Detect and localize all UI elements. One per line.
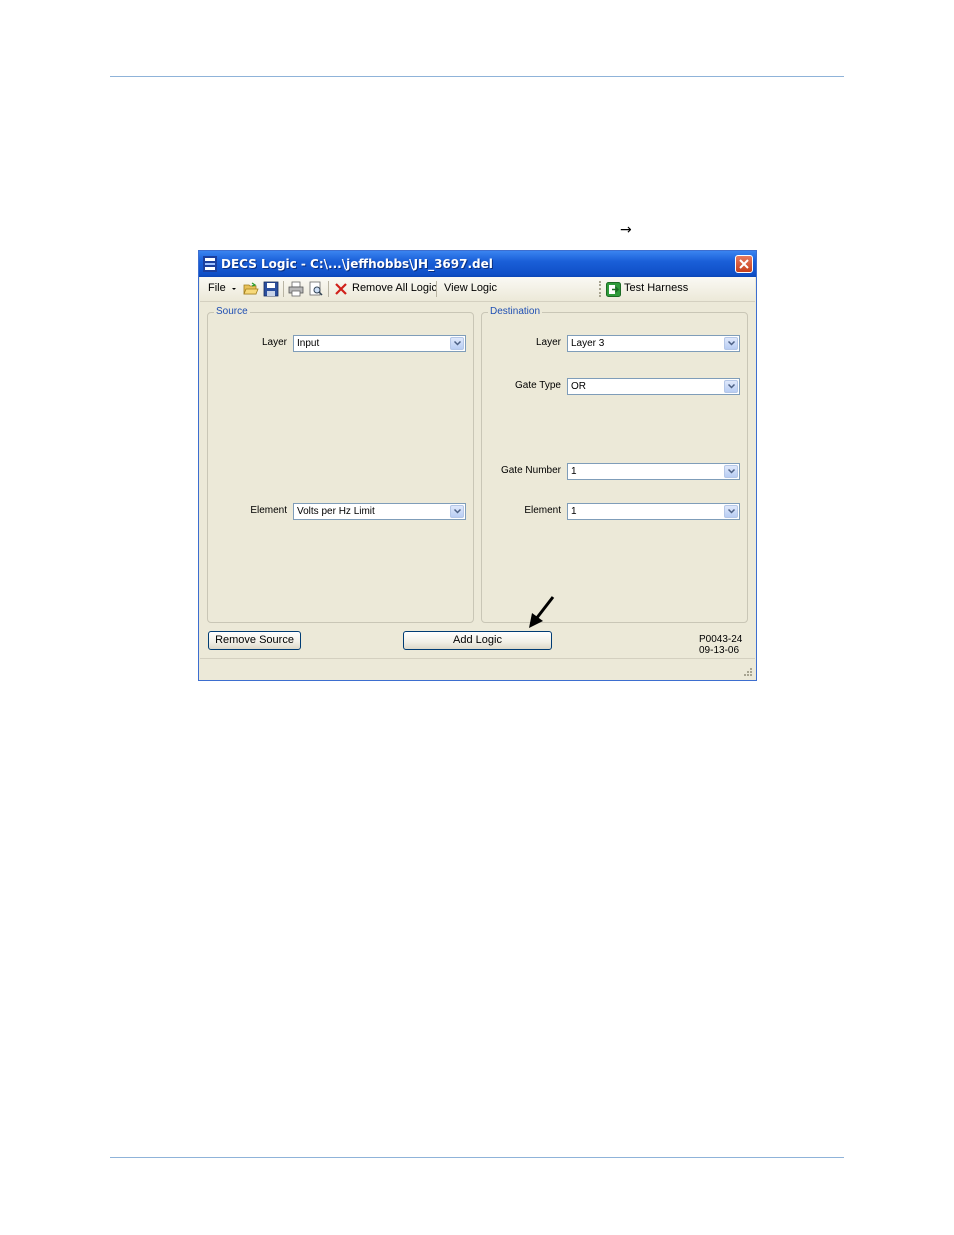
- print-preview-icon[interactable]: [308, 281, 324, 297]
- window-titlebar[interactable]: DECS Logic - C:\...\jeffhobbs\JH_3697.de…: [199, 251, 756, 277]
- dropdown-button[interactable]: [450, 337, 464, 350]
- page-header-rule: [110, 76, 844, 77]
- resize-grip-icon[interactable]: [742, 666, 753, 677]
- gate-type-select[interactable]: OR: [567, 378, 740, 395]
- source-element-value: Volts per Hz Limit: [297, 506, 375, 517]
- remove-all-logic-button[interactable]: Remove All Logic: [352, 282, 437, 294]
- source-layer-value: Input: [297, 338, 320, 349]
- source-legend: Source: [214, 306, 250, 317]
- destination-layer-label: Layer: [535, 337, 561, 348]
- toolbar-separator: [436, 281, 437, 297]
- dropdown-arrow-icon[interactable]: [230, 281, 238, 297]
- source-element-select[interactable]: Volts per Hz Limit: [293, 503, 466, 520]
- gate-type-label: Gate Type: [515, 380, 561, 391]
- destination-layer-value: Layer 3: [571, 338, 605, 349]
- destination-layer-select[interactable]: Layer 3: [567, 335, 740, 352]
- dropdown-button[interactable]: [450, 505, 464, 518]
- chevron-down-icon: [728, 469, 735, 474]
- source-layer-select[interactable]: Input: [293, 335, 466, 352]
- toolbar-grip: [599, 281, 603, 297]
- source-group: Source Layer Input Element Volts per Hz …: [207, 306, 474, 623]
- view-logic-button[interactable]: View Logic: [444, 282, 497, 294]
- destination-element-select[interactable]: 1: [567, 503, 740, 520]
- chevron-down-icon: [454, 341, 461, 346]
- dropdown-button[interactable]: [724, 380, 738, 393]
- figure-ref-id: P0043-24: [699, 634, 743, 645]
- remove-source-button[interactable]: Remove Source: [208, 631, 301, 650]
- gate-number-value: 1: [571, 466, 577, 477]
- figure-ref-date: 09-13-06: [699, 645, 740, 656]
- add-logic-button[interactable]: Add Logic: [403, 631, 552, 650]
- window-title: DECS Logic - C:\...\jeffhobbs\JH_3697.de…: [221, 257, 493, 271]
- save-icon[interactable]: [263, 281, 279, 297]
- test-harness-button[interactable]: Test Harness: [624, 282, 688, 294]
- toolbar-separator: [328, 281, 329, 297]
- source-layer-label: Layer: [261, 337, 287, 348]
- gate-number-label: Gate Number: [500, 465, 561, 476]
- chevron-down-icon: [728, 341, 735, 346]
- gate-type-value: OR: [571, 381, 586, 392]
- chevron-down-icon: [728, 384, 735, 389]
- print-icon[interactable]: [288, 281, 304, 297]
- close-button[interactable]: [735, 255, 753, 273]
- figure-reference: P0043-24 09-13-06: [699, 634, 742, 656]
- destination-element-value: 1: [571, 506, 577, 517]
- destination-element-label: Element: [524, 505, 561, 516]
- decs-logic-window: DECS Logic - C:\...\jeffhobbs\JH_3697.de…: [198, 250, 757, 681]
- open-folder-icon[interactable]: [243, 281, 259, 297]
- close-icon: [739, 259, 749, 269]
- toolbar: File Remove All Logic View Logic Test Ha…: [200, 277, 755, 302]
- destination-legend: Destination: [488, 306, 543, 317]
- chevron-down-icon: [454, 509, 461, 514]
- file-menu[interactable]: File: [208, 282, 226, 294]
- dropdown-button[interactable]: [724, 465, 738, 478]
- right-arrow-glyph: →: [620, 222, 632, 238]
- app-icon: [203, 256, 217, 272]
- callout-arrow-icon: [529, 596, 555, 628]
- status-bar: [200, 658, 755, 679]
- source-element-label: Element: [250, 505, 287, 516]
- gate-number-select[interactable]: 1: [567, 463, 740, 480]
- remove-x-icon: [335, 283, 347, 295]
- toolbar-separator: [283, 281, 284, 297]
- test-harness-icon: [606, 282, 621, 297]
- chevron-down-icon: [728, 509, 735, 514]
- dropdown-button[interactable]: [724, 505, 738, 518]
- page-footer-rule: [110, 1157, 844, 1158]
- destination-group: Destination Layer Layer 3 Gate Type OR G…: [481, 306, 748, 623]
- dropdown-button[interactable]: [724, 337, 738, 350]
